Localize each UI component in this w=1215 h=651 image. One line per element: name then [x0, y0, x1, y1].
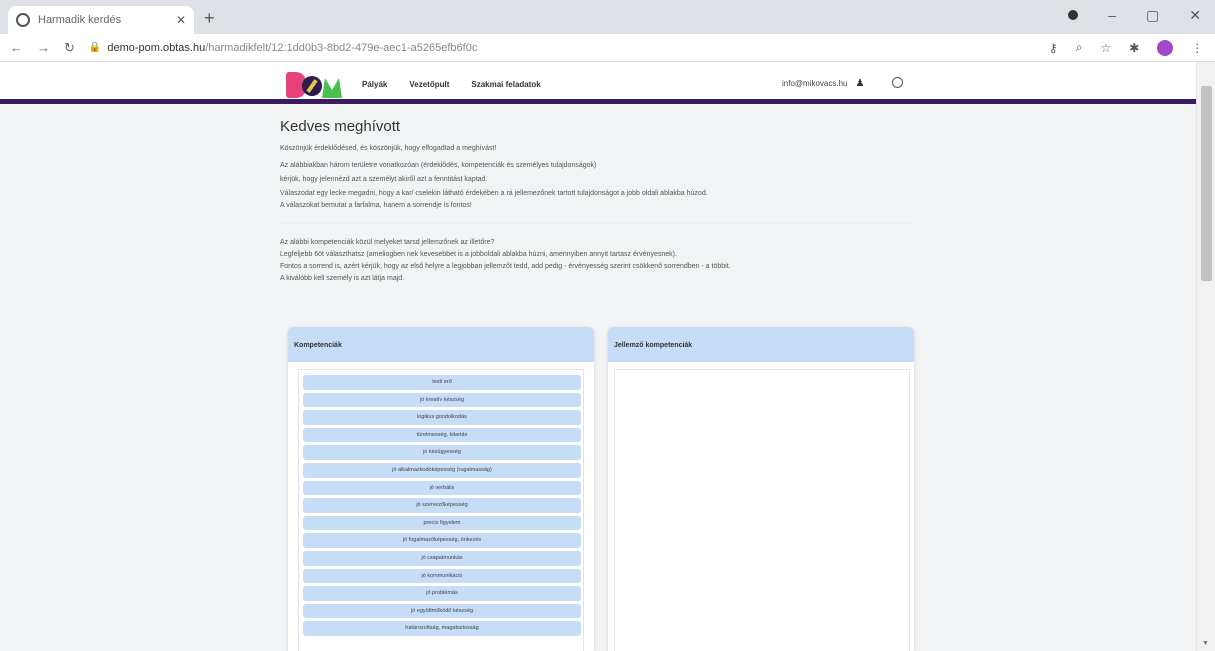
address-bar[interactable]: 🔒 demo-pom.obtas.hu/harmadikfelt/12:1dd0…	[89, 37, 1049, 59]
competency-item[interactable]: jó kommunikáció	[303, 568, 581, 584]
nav-vezetopult[interactable]: Vezetőpult	[409, 80, 449, 89]
globe-icon	[16, 13, 30, 27]
competency-item[interactable]: jó együttműködő készség	[303, 603, 581, 619]
extensions-icon[interactable]: ✱	[1129, 41, 1139, 55]
user-icon[interactable]: ♟	[855, 78, 864, 89]
page-scrollbar[interactable]: ▼	[1196, 62, 1215, 651]
logout-icon[interactable]	[892, 77, 903, 88]
competency-item[interactable]: testi erő	[303, 375, 581, 390]
intro-text: Köszönjük érdeklődésed, és köszönjük, ho…	[280, 145, 497, 152]
question-text: Legfeljebb 6öt választhatsz (ameliogben …	[280, 251, 677, 258]
competency-item[interactable]: jó csapatmunkás	[303, 550, 581, 566]
zoom-icon[interactable]: ⌕	[1076, 40, 1083, 55]
competency-item[interactable]: türelmesség, kitartás	[303, 427, 581, 443]
forward-icon[interactable]: →	[37, 40, 50, 56]
back-icon[interactable]: ←	[10, 40, 23, 56]
browser-toolbar: ← → ↻ 🔒 demo-pom.obtas.hu/harmadikfelt/1…	[0, 34, 1215, 62]
competency-item[interactable]: jó problémás	[303, 586, 581, 601]
browser-tab[interactable]: Harmadik kerdés ✕	[8, 6, 194, 34]
intro-text: kérjük, hogy jelennézd azt a személyt ak…	[280, 176, 488, 183]
pom-logo[interactable]	[286, 72, 342, 100]
question-text: A kiválóbb kell személy is azt látja maj…	[280, 275, 405, 282]
selected-competencies-panel: Jellemző kompetenciák	[608, 327, 914, 651]
nav-palyak[interactable]: Pályák	[362, 80, 387, 89]
menu-icon[interactable]: ⋮	[1191, 41, 1203, 55]
lock-icon: 🔒	[88, 42, 102, 53]
competencies-list: testi erő jó kreatív készség logikus gon…	[298, 369, 584, 651]
competency-item[interactable]: határozottság, magabiztosság	[303, 621, 581, 636]
competencies-header: Kompetenciák	[288, 327, 594, 362]
competency-item[interactable]: jó szervezőképesség	[303, 498, 581, 513]
competency-item[interactable]: jó verbális	[303, 480, 581, 496]
page-title: Kedves meghívott	[280, 118, 401, 135]
competency-item[interactable]: jó fogalmazóképesség, önkezés	[303, 533, 581, 548]
user-email[interactable]: info@mikovacs.hu	[782, 79, 847, 88]
window-controls: – ▢ ✕	[1068, 0, 1215, 30]
selected-competencies-header: Jellemző kompetenciák	[608, 327, 914, 362]
close-tab-icon[interactable]: ✕	[176, 13, 186, 27]
nav-szakmai-feladatok[interactable]: Szakmai feladatok	[471, 80, 540, 89]
question-text: Az alábbi kompetenciák közül melyeket ta…	[280, 239, 495, 246]
main-content: Kedves meghívott Köszönjük érdeklődésed,…	[280, 112, 920, 284]
competency-item[interactable]: jó alkalmazkodóképesség (rugalmasság)	[303, 462, 581, 478]
competency-item[interactable]: jó kézügyesség	[303, 445, 581, 460]
close-window-icon[interactable]: ✕	[1189, 7, 1201, 24]
minimize-icon[interactable]: –	[1108, 7, 1116, 23]
scrollbar-thumb[interactable]	[1201, 86, 1212, 281]
maximize-icon[interactable]: ▢	[1146, 7, 1159, 24]
new-tab-icon[interactable]: +	[204, 8, 215, 29]
scroll-down-icon[interactable]: ▼	[1202, 640, 1209, 647]
competency-item[interactable]: jó kreatív készség	[303, 392, 581, 408]
browser-tabstrip: Harmadik kerdés ✕ + – ▢ ✕	[0, 0, 1215, 34]
competency-item[interactable]: precíz figyelem	[303, 515, 581, 531]
competency-item[interactable]: logikus gondolkodás	[303, 410, 581, 425]
intro-text: Az alábbiakban három területre vonatkozó…	[280, 162, 597, 169]
intro-text: Válaszodat egy lecke megadni, hogy a kar…	[280, 190, 708, 197]
star-icon[interactable]: ☆	[1100, 41, 1111, 55]
selected-dropzone[interactable]	[614, 369, 910, 651]
url-path: /harmadikfelt/12:1dd0b3-8bd2-479e-aec1-a…	[205, 41, 478, 54]
app-header: Pályák Vezetőpult Szakmai feladatok info…	[0, 62, 1196, 104]
intro-text: A válaszokat bemutat a farfalma, hanem a…	[280, 202, 472, 209]
competencies-panel: Kompetenciák testi erő jó kreatív készsé…	[288, 327, 594, 651]
profile-avatar[interactable]	[1157, 39, 1174, 56]
tab-title: Harmadik kerdés	[38, 14, 122, 26]
url-host: demo-pom.obtas.hu	[107, 41, 206, 54]
key-icon[interactable]: ⚷	[1049, 41, 1058, 55]
divider	[280, 223, 915, 224]
question-text: Fontos a sorrend is, azért kérjük, hogy …	[280, 263, 731, 270]
record-icon[interactable]	[1068, 10, 1079, 20]
reload-icon[interactable]: ↻	[64, 40, 75, 56]
